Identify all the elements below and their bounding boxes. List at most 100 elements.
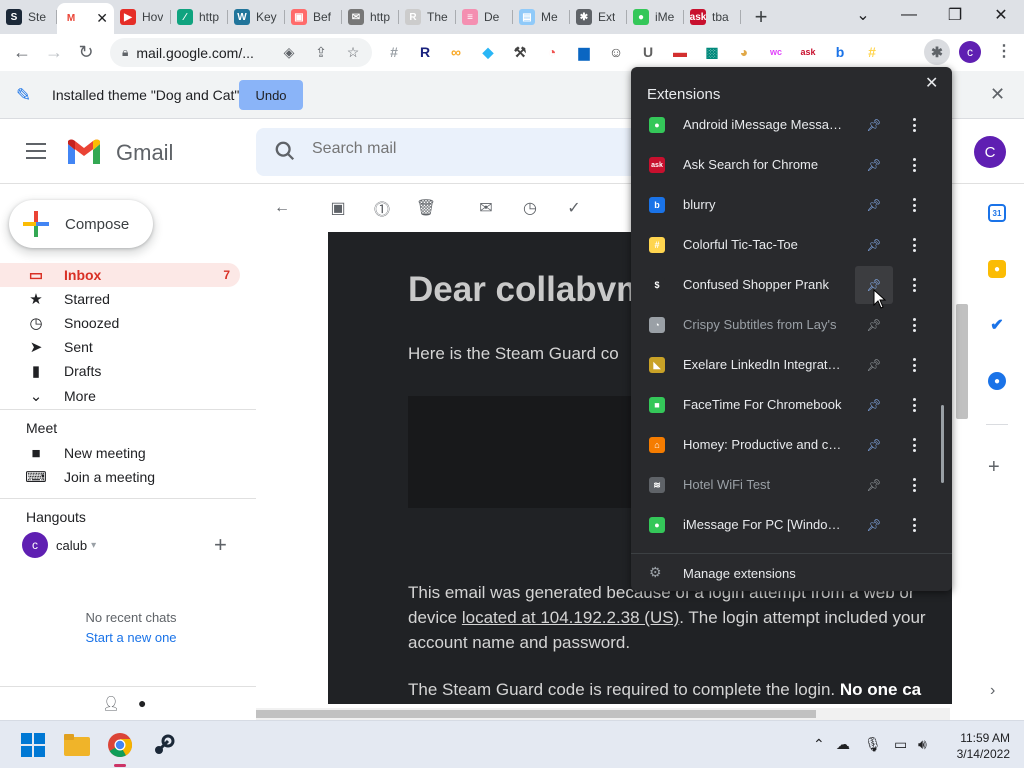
search-icon[interactable] xyxy=(274,139,296,163)
extension-item[interactable]: ◣ Exelare LinkedIn Integration 📌︎ xyxy=(631,345,934,385)
vertical-scrollbar[interactable] xyxy=(956,304,968,419)
extension-item[interactable]: ■ FaceTime For Chromebook 📌︎ xyxy=(631,385,934,425)
account-avatar[interactable]: C xyxy=(974,136,1006,168)
browser-tab[interactable]: ✉ http xyxy=(342,3,399,31)
close-icon[interactable]: ✕ xyxy=(925,73,938,93)
more-options-icon[interactable] xyxy=(907,515,921,535)
more-options-icon[interactable] xyxy=(907,395,921,415)
toolbar-tool-icon[interactable]: ⚒ xyxy=(511,43,529,61)
pin-icon[interactable]: 📌︎ xyxy=(863,395,885,415)
horizontal-scrollbar[interactable] xyxy=(256,708,950,720)
file-explorer-icon[interactable] xyxy=(63,731,91,759)
compose-button[interactable]: Compose xyxy=(9,200,153,248)
undo-button[interactable]: Undo xyxy=(239,80,303,110)
toolbar-emoji-icon[interactable]: ☺ xyxy=(607,43,625,61)
toolbar-linkedin-icon[interactable]: ▆ xyxy=(575,43,593,61)
more-options-icon[interactable] xyxy=(907,475,921,495)
main-menu-icon[interactable] xyxy=(26,143,46,159)
pin-icon[interactable]: 📌︎ xyxy=(863,195,885,215)
bookmark-star-icon[interactable]: ☆ xyxy=(338,38,368,67)
new-tab-button[interactable]: + xyxy=(747,3,775,31)
tab-search-button[interactable]: ⌄ xyxy=(840,0,886,30)
nav-item-drafts[interactable]: ▮ Drafts xyxy=(0,359,240,383)
toolbar-ask-icon[interactable]: ask xyxy=(799,43,817,61)
cast-icon[interactable]: ◈ xyxy=(274,38,304,67)
chat-bubble-icon[interactable]: ● xyxy=(138,695,146,711)
browser-tab[interactable]: ∕ http xyxy=(171,3,228,31)
extension-item[interactable]: # Colorful Tic-Tac-Toe 📌︎ xyxy=(631,225,934,265)
add-task-icon[interactable]: ✓ xyxy=(564,198,584,218)
pin-icon[interactable]: 📌︎ xyxy=(863,355,885,375)
chevron-right-icon[interactable]: › xyxy=(990,682,995,700)
system-clock[interactable]: 11:59 AM 3/14/2022 xyxy=(946,730,1010,762)
toolbar-loop-icon[interactable]: ∞ xyxy=(447,43,465,61)
location-link[interactable]: located at 104.192.2.38 (US) xyxy=(462,608,679,627)
network-icon[interactable]: ▭ xyxy=(894,736,907,753)
toolbar-puzzle-icon[interactable]: ◆ xyxy=(479,43,497,61)
back-to-inbox-icon[interactable]: ← xyxy=(272,198,292,218)
tab-close-icon[interactable]: ✕ xyxy=(96,10,108,27)
hangouts-user[interactable]: c calub ▾ xyxy=(22,532,96,558)
keep-icon[interactable]: ● xyxy=(988,260,1006,278)
more-options-icon[interactable] xyxy=(907,435,921,455)
toolbar-u-icon[interactable]: U xyxy=(639,43,657,61)
scroll-thumb[interactable] xyxy=(256,710,816,718)
browser-tab[interactable]: ✱ Ext xyxy=(570,3,627,31)
more-options-icon[interactable] xyxy=(907,195,921,215)
new-meeting-item[interactable]: ■ New meeting xyxy=(0,441,240,465)
browser-tab[interactable]: R The xyxy=(399,3,456,31)
browser-tab[interactable]: W Key xyxy=(228,3,285,31)
pin-icon[interactable]: 📌︎ xyxy=(863,435,885,455)
more-options-icon[interactable] xyxy=(907,275,921,295)
browser-tab[interactable]: ▣ Bef xyxy=(285,3,342,31)
extension-item[interactable]: ● Android iMessage Message... 📌︎ xyxy=(631,105,934,145)
nav-item-starred[interactable]: ★ Starred xyxy=(0,287,240,311)
infobar-close-icon[interactable]: ✕ xyxy=(990,84,1005,105)
extension-item[interactable]: ≋ Hotel WiFi Test 📌︎ xyxy=(631,465,934,505)
pin-icon[interactable]: 📌︎ xyxy=(863,155,885,175)
nav-item-inbox[interactable]: ▭ Inbox 7 xyxy=(0,263,240,287)
nav-item-sent[interactable]: ➤ Sent xyxy=(0,335,240,359)
archive-icon[interactable]: ▣ xyxy=(328,198,348,218)
extension-item[interactable]: b blurry 📌︎ xyxy=(631,185,934,225)
extension-item[interactable]: ask Ask Search for Chrome 📌︎ xyxy=(631,145,934,185)
toolbar-doge-icon[interactable]: ◕ xyxy=(735,43,753,61)
more-options-icon[interactable] xyxy=(907,355,921,375)
windows-start-icon[interactable] xyxy=(19,731,47,759)
pin-icon[interactable]: 📌︎ xyxy=(863,515,885,535)
share-icon[interactable]: ⇪ xyxy=(306,38,336,67)
chrome-icon[interactable] xyxy=(106,731,134,759)
pin-icon[interactable]: 📌︎ xyxy=(863,315,885,335)
calendar-icon[interactable]: 31 xyxy=(988,204,1006,222)
extension-item[interactable]: ● iMessage For PC [Window 1... 📌︎ xyxy=(631,505,934,545)
back-button[interactable]: ← xyxy=(6,36,38,68)
contacts-icon[interactable]: ● xyxy=(988,372,1006,390)
browser-tab[interactable]: ≡ De xyxy=(456,3,513,31)
add-chat-icon[interactable]: + xyxy=(214,532,227,558)
toolbar-lays-icon[interactable]: ◔ xyxy=(543,43,561,61)
browser-tab[interactable]: ask tba xyxy=(684,3,741,31)
toolbar-wc-icon[interactable]: wc xyxy=(767,43,785,61)
reload-button[interactable]: ↻ xyxy=(70,36,102,68)
get-addons-icon[interactable]: + xyxy=(988,456,1000,479)
toolbar-puzzle-menu-icon[interactable]: ✱ xyxy=(924,39,950,65)
manage-extensions-button[interactable]: ⚙ Manage extensions xyxy=(631,554,952,591)
toolbar-tictac-icon[interactable]: # xyxy=(863,43,881,61)
extension-item[interactable]: ◔ Crispy Subtitles from Lay's 📌︎ xyxy=(631,305,934,345)
tasks-icon[interactable]: ✔ xyxy=(988,316,1006,334)
steam-icon[interactable] xyxy=(150,731,178,759)
close-window-button[interactable]: ✕ xyxy=(978,0,1024,30)
more-options-icon[interactable] xyxy=(907,235,921,255)
delete-icon[interactable]: 🗑︎ xyxy=(416,198,436,218)
nav-item-snoozed[interactable]: ◷ Snoozed xyxy=(0,311,240,335)
minimize-button[interactable]: — xyxy=(886,0,932,30)
report-spam-icon[interactable]: ⓵ xyxy=(372,198,392,219)
toolbar-hash-icon[interactable]: # xyxy=(385,43,403,61)
mark-unread-icon[interactable]: ✉ xyxy=(476,198,496,218)
pin-icon[interactable]: 📌︎ xyxy=(863,235,885,255)
popup-scrollbar[interactable] xyxy=(941,405,944,483)
steam-tray-icon[interactable]: ☁ xyxy=(836,736,850,753)
join-meeting-item[interactable]: ⌨ Join a meeting xyxy=(0,465,240,489)
restore-button[interactable]: ❐ xyxy=(932,0,978,30)
start-new-chat-link[interactable]: Start a new one xyxy=(0,630,262,645)
